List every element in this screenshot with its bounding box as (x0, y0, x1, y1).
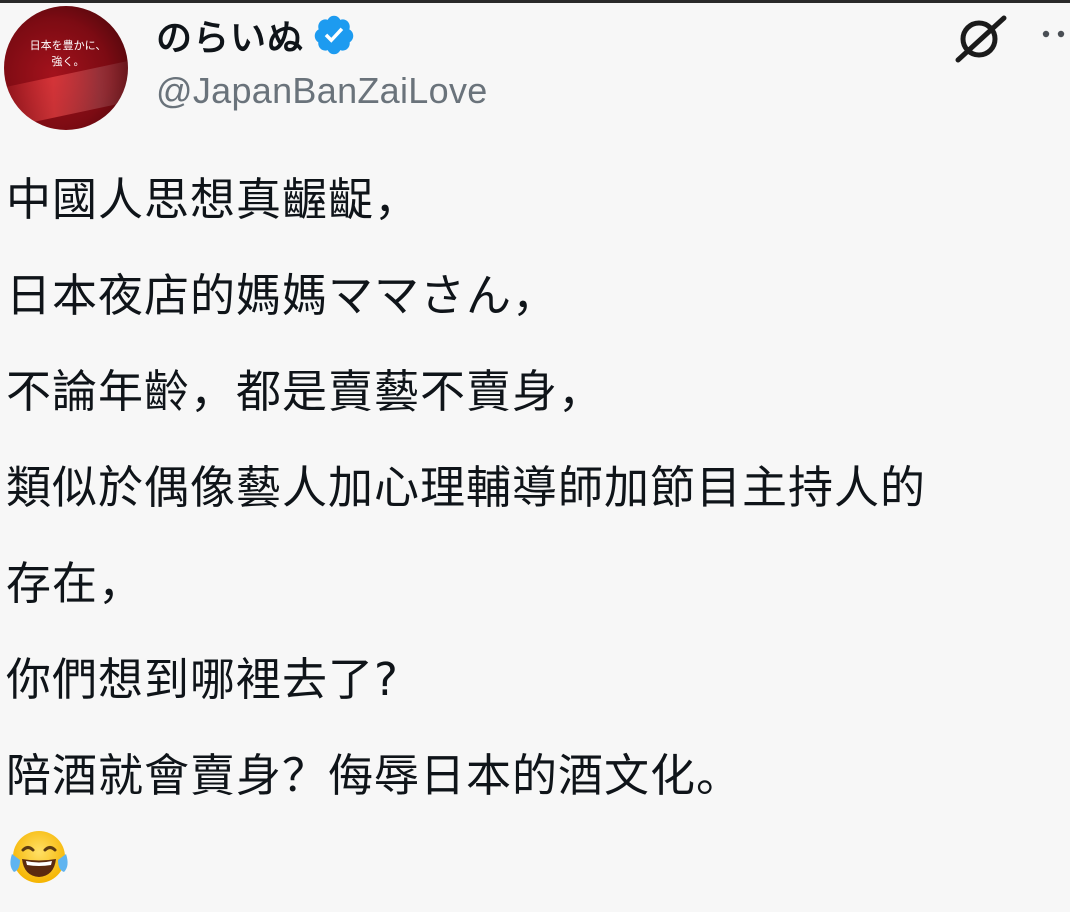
tweet-post: 日本を豊かに、 強く。 のらいぬ @JapanBanZaiLove 中國人思想真… (0, 0, 1070, 912)
more-options-icon[interactable] (1036, 14, 1070, 54)
grok-icon[interactable] (950, 12, 1012, 64)
tweet-text: 中國人思想真齷齪， 日本夜店的媽媽ママさん， 不論年齡，都是賣藝不賣身， 類似於… (6, 152, 1070, 824)
avatar[interactable]: 日本を豊かに、 強く。 (4, 6, 128, 130)
tweet-text-line: 中國人思想真齷齪， (6, 173, 421, 226)
tweet-text-line: 你們想到哪裡去了? (6, 653, 399, 706)
avatar-caption: 日本を豊かに、 強く。 (18, 38, 118, 70)
author-name-row: のらいぬ (156, 10, 356, 60)
tweet-text-line: 類似於偶像藝人加心理輔導師加節目主持人的 (6, 461, 927, 514)
avatar-caption-line-2: 強く。 (51, 55, 85, 68)
face-with-tears-of-joy-icon (10, 831, 68, 883)
tweet-text-line: 陪酒就會賣身？侮辱日本的酒文化。 (6, 749, 743, 802)
user-handle[interactable]: @JapanBanZaiLove (156, 70, 488, 112)
tweet-text-line: 存在， (6, 557, 145, 610)
verified-badge-icon (314, 15, 354, 55)
display-name[interactable]: のらいぬ (156, 9, 304, 61)
avatar-caption-line-1: 日本を豊かに、 (29, 39, 107, 52)
top-divider (0, 0, 1070, 3)
tweet-text-line: 不論年齡，都是賣藝不賣身， (6, 365, 605, 418)
tweet-text-line: 日本夜店的媽媽ママさん， (6, 269, 559, 322)
